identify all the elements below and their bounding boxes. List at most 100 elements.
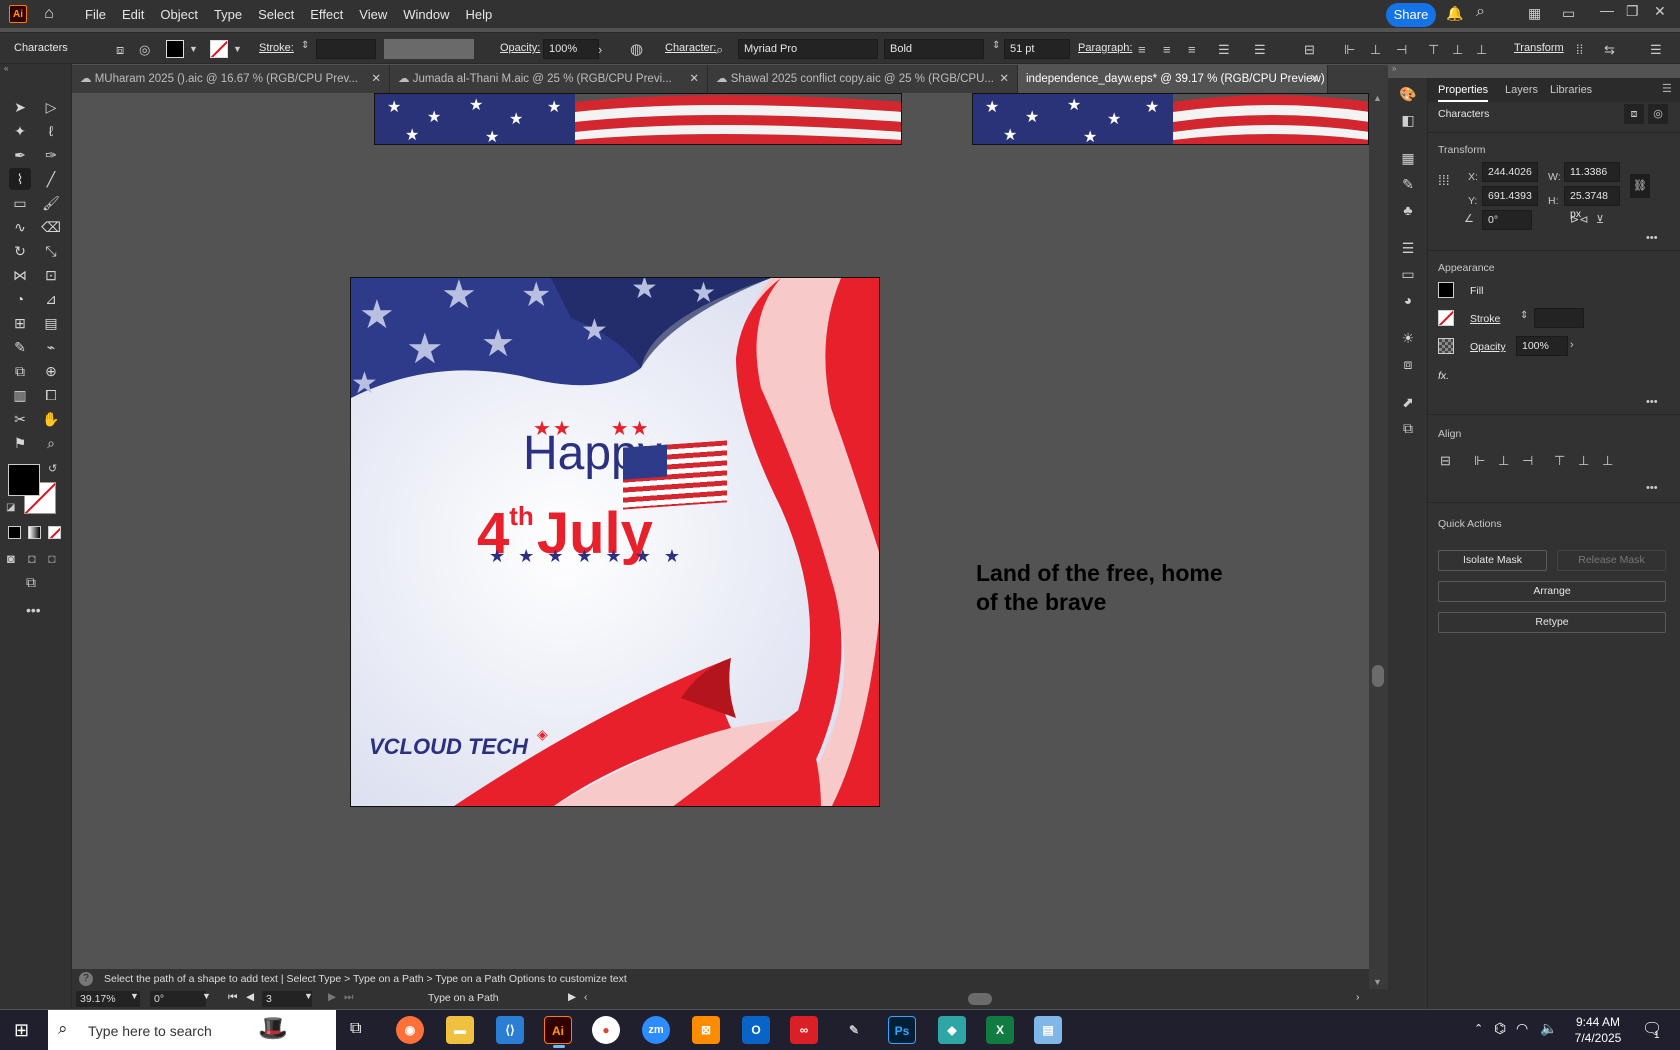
flip-vertical-icon[interactable]: ⊻ [1596,213,1604,226]
rotate-tool-icon[interactable]: ↻ [9,240,31,262]
color-mode-icon[interactable] [8,526,21,539]
stepper-icon[interactable]: ⇕ [301,40,309,51]
tab-layers[interactable]: Layers [1505,78,1538,102]
align-right-edges-icon[interactable]: ⊣ [1396,42,1407,58]
mesh-tool-icon[interactable]: ⊞ [9,312,31,334]
stroke-weight-field[interactable] [316,39,376,59]
more-tools-icon[interactable]: ••• [26,602,41,618]
tab-shawal[interactable]: ☁ Shawal 2025 conflict copy.aic @ 25 % (… [708,65,1018,93]
illustrator-taskbar-icon[interactable]: Ai [544,1016,572,1048]
align-to-icon[interactable]: ⊟ [1440,453,1451,469]
hand-tool-icon[interactable]: ✋ [40,408,62,430]
vertical-scrollbar[interactable]: ▲ ▼ [1369,93,1388,989]
more-options-icon[interactable]: ••• [1646,482,1658,494]
wifi-icon[interactable]: ◠ [1516,1020,1528,1037]
file-explorer-icon[interactable]: ▬ [446,1016,474,1044]
tab-jumada[interactable]: ☁ Jumada al-Thani M.aic @ 25 % (RGB/CPU … [390,65,708,93]
home-icon[interactable]: ⌂ [39,5,59,23]
width-tool-icon[interactable]: ⋈ [9,264,31,286]
eraser-tool-icon[interactable]: ⌫ [40,216,62,238]
firefox-icon[interactable]: ◉ [396,1016,424,1044]
arrange-button[interactable]: Arrange [1438,581,1666,602]
free-transform-icon[interactable]: ⊡ [40,264,62,286]
align-middle-icon[interactable]: ⊥ [1578,453,1589,469]
close-tab-icon[interactable]: ✕ [689,65,699,93]
opacity-field[interactable]: 100% [543,39,599,59]
align-right-icon[interactable]: ⊣ [1522,453,1533,469]
search-icon[interactable]: ⌕ [1476,3,1485,21]
graphic-styles-icon[interactable]: ⧈ [1398,354,1418,374]
excel-icon[interactable]: X [986,1016,1014,1044]
align-left-edges-icon[interactable]: ⊩ [1344,42,1355,58]
canvas-area[interactable]: ★ ★ ★ ★ ★ ★ ★ ★ ★ ★ ★ ★ ★ ★ ★ ★ ★ ★ ★ ★ … [72,93,1369,969]
previous-artboard-icon[interactable]: ◀ [246,991,254,1003]
align-center-icon[interactable]: ≡ [1163,42,1171,57]
outlook-icon[interactable]: O [742,1016,770,1044]
creative-cloud-icon[interactable]: ∞ [790,1016,818,1044]
artboard-partial-left[interactable]: ★ ★ ★ ★ ★ ★ ★ [374,93,902,145]
align-top-icon[interactable]: ⊤ [1428,42,1439,58]
arrange-documents-icon[interactable]: ▭ [1562,5,1575,22]
minimize-icon[interactable]: — [1600,2,1614,18]
align-bottom-icon[interactable]: ⊥ [1476,42,1487,58]
color-guide-icon[interactable]: ◧ [1398,110,1418,130]
status-menu-icon[interactable]: ▶ [568,991,576,1003]
align-right-icon[interactable]: ≡ [1188,42,1196,57]
menu-effect[interactable]: Effect [302,7,351,22]
menu-help[interactable]: Help [457,7,500,22]
pen-tool-icon[interactable]: ✒ [9,144,31,166]
paintbrush-tool-icon[interactable]: 🖌 [40,192,62,214]
menu-file[interactable]: File [77,7,114,22]
artboards-panel-icon[interactable]: ⧉ [1398,418,1418,438]
tagline-text[interactable]: Land of the free, home of the brave [976,559,1223,617]
color-panel-icon[interactable]: 🎨 [1398,84,1418,104]
export-icon[interactable]: ⬈ [1398,392,1418,412]
grid-icon[interactable]: ⁞⁞ [1576,42,1583,57]
more-options-icon[interactable]: ••• [1646,232,1658,244]
stepper-icon[interactable]: ⇕ [992,40,1000,51]
menu-view[interactable]: View [351,7,395,22]
scroll-right-icon[interactable]: › [1356,991,1360,1003]
perspective-grid-icon[interactable]: ⊿ [40,288,62,310]
chevron-up-icon[interactable]: ⌃ [1474,1022,1483,1035]
reference-point-icon[interactable]: ⁞⁞⁞ [1438,172,1450,188]
first-artboard-icon[interactable]: ⏮ [228,991,237,1004]
artboard-main[interactable]: ★ ★ ★ ★ ★ ★ ★ ★ ★ Happy ★★ ★★ 4th July ★… [350,277,880,807]
stroke-swatch[interactable] [210,40,228,58]
more-options-icon[interactable]: ••• [1646,396,1658,408]
close-tab-icon[interactable]: ✕ [371,65,381,93]
menu-edit[interactable]: Edit [114,7,152,22]
screen-mode-icon[interactable]: ⧉ [26,574,36,591]
magic-wand-icon[interactable]: ✦ [9,120,31,142]
transform-reference-icon[interactable]: ⧈ [1624,104,1644,124]
align-left-icon[interactable]: ≡ [1138,42,1146,57]
x-field[interactable]: 244.4026 p [1482,162,1538,196]
network-icon[interactable]: ⌬ [1494,1020,1506,1037]
notepad-icon[interactable]: ▤ [1034,1016,1062,1044]
draw-normal-icon[interactable]: ◙ [7,551,15,566]
align-horizontal-center-icon[interactable]: ⊥ [1370,42,1381,58]
graph-tool-icon[interactable]: ▥ [9,384,31,406]
type-on-path-tool-icon[interactable]: ⌇ [9,168,31,190]
last-artboard-icon[interactable]: ⏭ [344,991,353,1004]
appearance-icon[interactable]: ☀ [1398,328,1418,348]
panel-menu-icon[interactable]: ☰ [1650,42,1662,58]
stroke-swatch[interactable] [1438,310,1454,326]
font-size-field[interactable]: 51 pt [1004,39,1070,59]
shape-builder-icon[interactable]: ◔ [9,288,31,310]
default-colors-icon[interactable]: ◪ [6,502,15,513]
close-icon[interactable]: ✕ [1654,3,1666,20]
tab-independence[interactable]: independence_dayw.eps* @ 39.17 % (RGB/CP… [1018,65,1328,93]
share-button[interactable]: Share [1386,3,1436,27]
align-objects-icon[interactable]: ⊟ [1304,42,1315,58]
rotation-field[interactable]: 0° [150,991,206,1007]
transform-label[interactable]: Transform [1514,42,1564,54]
panel-menu-icon[interactable]: ☰ [1662,82,1672,95]
collapse-icon[interactable]: » [1392,64,1396,73]
y-field[interactable]: 691.4393 p [1482,186,1538,220]
swatches-icon[interactable]: ▦ [1398,148,1418,168]
tab-muharam[interactable]: ☁ MUharam 2025 ().aic @ 16.67 % (RGB/CPU… [72,65,390,93]
vcloud-tech-logo[interactable]: VCLOUD TECH [369,734,528,760]
gradient-tool-icon[interactable]: ▤ [40,312,62,334]
recolor-artwork-icon[interactable]: ◍ [630,40,643,58]
